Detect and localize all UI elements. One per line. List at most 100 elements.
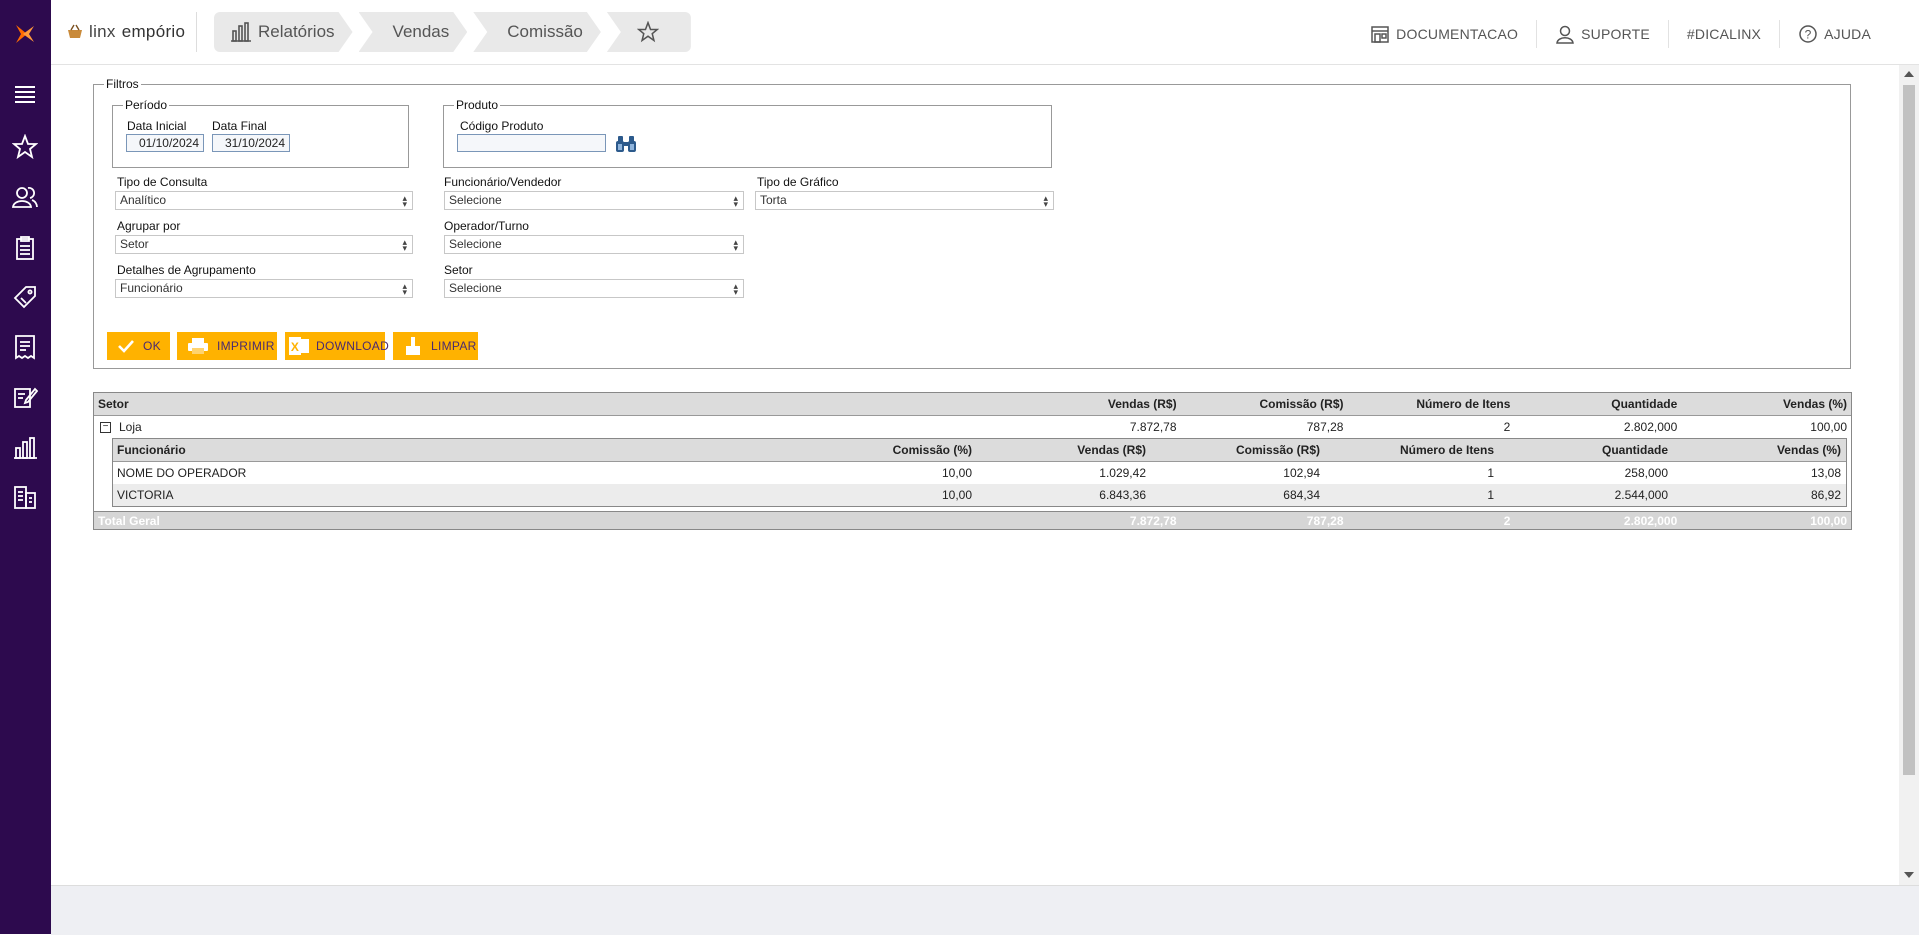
- cell-funcionario: VICTORIA: [117, 488, 174, 502]
- results-grid: Setor Vendas (R$) Comissão (R$) Número d…: [93, 392, 1852, 530]
- agrupar-por-value: Setor: [120, 237, 149, 251]
- cell-itens: 1: [1487, 466, 1494, 480]
- printer-icon: [188, 338, 208, 354]
- scrollbar-thumb[interactable]: [1903, 85, 1915, 775]
- receipt-icon[interactable]: [11, 333, 39, 361]
- breadcrumb-vendas[interactable]: Vendas: [359, 12, 468, 52]
- ajuda-link[interactable]: ? AJUDA: [1780, 20, 1889, 48]
- total-vendas-pct: 100,00: [1810, 513, 1847, 528]
- tipo-grafico-label: Tipo de Gráfico: [757, 175, 839, 189]
- setor-value: Selecione: [449, 281, 502, 295]
- header-quantidade[interactable]: Quantidade: [1498, 439, 1672, 461]
- breadcrumb-comissao[interactable]: Comissão: [473, 12, 601, 52]
- brush-icon: [406, 337, 420, 355]
- bar-chart-icon[interactable]: [11, 433, 39, 461]
- codigo-produto-input[interactable]: [457, 134, 606, 152]
- menu-icon[interactable]: [11, 80, 39, 108]
- tipo-grafico-value: Torta: [760, 193, 787, 207]
- basket-icon: [68, 24, 82, 38]
- detalhes-agrupamento-select[interactable]: Funcionário ▴ ▾: [115, 279, 413, 298]
- group-row: − Loja 7.872,78 787,28 2 2.802,000 100,0…: [94, 416, 1851, 438]
- funcionario-select[interactable]: Selecione ▴ ▾: [444, 191, 744, 210]
- header-vendas[interactable]: Vendas (R$): [976, 439, 1150, 461]
- linx-logo-icon[interactable]: [13, 22, 37, 46]
- cell-itens: 1: [1487, 488, 1494, 502]
- grid-header: Setor Vendas (R$) Comissão (R$) Número d…: [94, 393, 1851, 416]
- select-arrows-icon: ▴ ▾: [733, 281, 738, 297]
- breadcrumb-label: Vendas: [392, 22, 450, 41]
- header-comissao[interactable]: Comissão (R$): [1150, 439, 1324, 461]
- header-quantidade[interactable]: Quantidade: [1514, 393, 1681, 415]
- tipo-grafico-select[interactable]: Torta ▴ ▾: [755, 191, 1054, 210]
- operador-label: Operador/Turno: [444, 219, 529, 233]
- download-button[interactable]: X DOWNLOAD: [285, 332, 389, 360]
- search-binoculars-button[interactable]: [615, 134, 637, 154]
- brand-logo[interactable]: linx empório: [67, 20, 185, 44]
- breadcrumb-label: Comissão: [507, 22, 583, 41]
- ok-button[interactable]: OK: [107, 332, 170, 360]
- detalhes-agrupamento-label: Detalhes de Agrupamento: [117, 263, 256, 277]
- imprimir-button[interactable]: IMPRIMIR: [177, 332, 277, 360]
- ajuda-label: AJUDA: [1824, 26, 1871, 42]
- dicalinx-link[interactable]: #DICALINX: [1669, 20, 1779, 48]
- total-vendas: 7.872,78: [1129, 513, 1177, 528]
- limpar-label: LIMPAR: [431, 339, 477, 353]
- edit-document-icon[interactable]: [11, 383, 39, 411]
- agrupar-por-select[interactable]: Setor ▴ ▾: [115, 235, 413, 254]
- header-comissao[interactable]: Comissão (R$): [1181, 393, 1348, 415]
- cell-vendas-pct: 86,92: [1810, 488, 1841, 502]
- periodo-group: Período: [112, 98, 409, 168]
- funcionario-label: Funcionário/Vendedor: [444, 175, 562, 189]
- produto-legend: Produto: [456, 98, 499, 112]
- collapse-icon[interactable]: −: [100, 421, 111, 433]
- suporte-link[interactable]: SUPORTE: [1537, 20, 1668, 48]
- users-icon[interactable]: [11, 183, 39, 211]
- header-numero-itens[interactable]: Número de Itens: [1348, 393, 1515, 415]
- limpar-button[interactable]: LIMPAR: [393, 332, 478, 360]
- cell-comissao: 102,94: [1283, 466, 1320, 480]
- favorite-button[interactable]: [606, 12, 691, 52]
- header-numero-itens[interactable]: Número de Itens: [1324, 439, 1498, 461]
- agrupar-por-label: Agrupar por: [117, 219, 181, 233]
- data-inicial-input[interactable]: [126, 134, 204, 152]
- documentacao-link[interactable]: DOCUMENTACAO: [1352, 20, 1536, 48]
- select-arrows-icon: ▴ ▾: [733, 193, 738, 209]
- header-setor[interactable]: Setor: [94, 393, 1040, 415]
- imprimir-label: IMPRIMIR: [217, 339, 275, 353]
- breadcrumb-label: Relatórios: [258, 22, 335, 41]
- table-row[interactable]: VICTORIA 10,00 6.843,36 684,34 1 2.544,0…: [113, 484, 1846, 506]
- setor-select[interactable]: Selecione ▴ ▾: [444, 279, 744, 298]
- tipo-consulta-value: Analítico: [120, 193, 167, 207]
- detail-grid: Funcionário Comissão (%) Vendas (R$) Com…: [112, 438, 1847, 507]
- cell-vendas-pct: 13,08: [1810, 466, 1841, 480]
- header-vendas[interactable]: Vendas (R$): [1040, 393, 1180, 415]
- binoculars-icon: [616, 136, 636, 152]
- vertical-scrollbar[interactable]: [1899, 65, 1919, 885]
- data-inicial-label: Data Inicial: [127, 119, 187, 133]
- brand-divider: [196, 12, 197, 52]
- header-comissao-pct[interactable]: Comissão (%): [803, 439, 976, 461]
- total-quantidade: 2.802,000: [1623, 513, 1678, 528]
- breadcrumb-relatorios[interactable]: Relatórios: [214, 12, 353, 52]
- header-funcionario[interactable]: Funcionário: [113, 439, 803, 461]
- header-vendas-pct[interactable]: Vendas (%): [1681, 393, 1851, 415]
- star-icon[interactable]: [11, 133, 39, 161]
- buildings-icon[interactable]: [11, 483, 39, 511]
- total-row: Total Geral 7.872,78 787,28 2 2.802,000 …: [94, 511, 1851, 529]
- header-vendas-pct[interactable]: Vendas (%): [1672, 439, 1845, 461]
- check-icon: [118, 340, 134, 353]
- filters-legend: Filtros: [106, 77, 139, 91]
- sidebar: [0, 0, 51, 934]
- excel-icon: X: [289, 337, 309, 355]
- table-row[interactable]: NOME DO OPERADOR 10,00 1.029,42 102,94 1…: [113, 462, 1846, 484]
- data-final-input[interactable]: [212, 134, 290, 152]
- clipboard-icon[interactable]: [11, 234, 39, 262]
- store-icon: [1371, 26, 1389, 43]
- tipo-consulta-select[interactable]: Analítico ▴ ▾: [115, 191, 413, 210]
- group-itens: 2: [1503, 420, 1511, 434]
- scroll-down-icon[interactable]: [1904, 872, 1914, 878]
- operador-select[interactable]: Selecione ▴ ▾: [444, 235, 744, 254]
- detail-header: Funcionário Comissão (%) Vendas (R$) Com…: [113, 439, 1846, 462]
- tag-icon[interactable]: [11, 283, 39, 311]
- scroll-up-icon[interactable]: [1904, 71, 1914, 77]
